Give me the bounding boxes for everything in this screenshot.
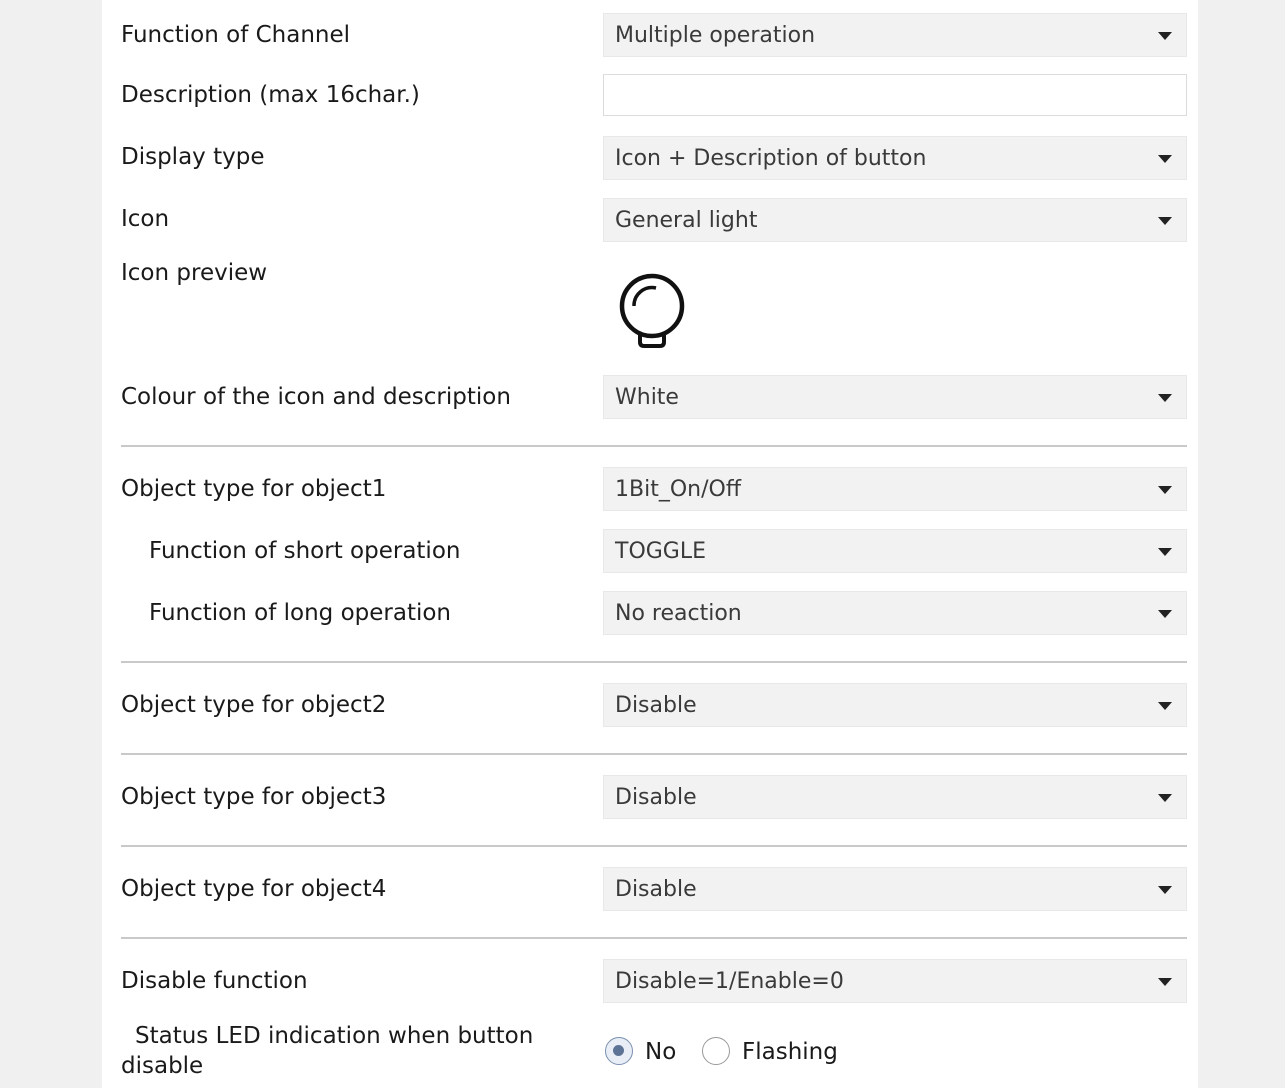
description-input[interactable] (603, 74, 1187, 116)
chevron-down-icon (1158, 794, 1172, 802)
function-of-channel-value: Multiple operation (615, 23, 816, 48)
chevron-down-icon (1158, 610, 1172, 618)
radio-selected-icon (605, 1037, 633, 1065)
section-divider (121, 937, 1187, 939)
icon-value: General light (615, 208, 758, 233)
chevron-down-icon (1158, 394, 1172, 402)
chevron-down-icon (1158, 702, 1172, 710)
display-type-label: Display type (121, 144, 265, 170)
object2-type-select[interactable]: Disable (603, 683, 1187, 727)
chevron-down-icon (1158, 32, 1172, 40)
radio-unselected-icon (702, 1037, 730, 1065)
status-led-option-flashing[interactable]: Flashing (700, 1032, 850, 1072)
object4-type-value: Disable (615, 877, 697, 902)
status-led-option-no-label: No (645, 1039, 677, 1065)
object3-type-select[interactable]: Disable (603, 775, 1187, 819)
long-operation-label: Function of long operation (149, 600, 451, 626)
long-operation-value: No reaction (615, 601, 742, 626)
object4-type-label: Object type for object4 (121, 876, 387, 902)
object3-type-label: Object type for object3 (121, 784, 387, 810)
chevron-down-icon (1158, 217, 1172, 225)
description-label: Description (max 16char.) (121, 82, 420, 108)
long-operation-select[interactable]: No reaction (603, 591, 1187, 635)
section-divider (121, 661, 1187, 663)
function-of-channel-label: Function of Channel (121, 22, 351, 48)
object2-type-label: Object type for object2 (121, 692, 387, 718)
chevron-down-icon (1158, 548, 1172, 556)
display-type-value: Icon + Description of button (615, 146, 927, 171)
colour-label: Colour of the icon and description (121, 384, 511, 410)
object2-type-value: Disable (615, 693, 697, 718)
disable-function-label: Disable function (121, 968, 308, 994)
icon-preview-label: Icon preview (121, 260, 268, 286)
status-led-label: Status LED indication when button disabl… (121, 1023, 534, 1079)
colour-value: White (615, 385, 679, 410)
light-bulb-icon (619, 273, 685, 348)
object1-type-label: Object type for object1 (121, 476, 387, 502)
chevron-down-icon (1158, 486, 1172, 494)
disable-function-value: Disable=1/Enable=0 (615, 969, 844, 994)
section-divider (121, 845, 1187, 847)
object1-type-select[interactable]: 1Bit_On/Off (603, 467, 1187, 511)
colour-select[interactable]: White (603, 375, 1187, 419)
chevron-down-icon (1158, 155, 1172, 163)
status-led-option-flashing-label: Flashing (742, 1039, 838, 1065)
icon-label: Icon (121, 206, 170, 232)
short-operation-value: TOGGLE (615, 539, 707, 564)
display-type-select[interactable]: Icon + Description of button (603, 136, 1187, 180)
short-operation-label: Function of short operation (149, 538, 461, 564)
object3-type-value: Disable (615, 785, 697, 810)
parameter-panel: Function of Channel Multiple operation D… (102, 0, 1198, 1088)
icon-select[interactable]: General light (603, 198, 1187, 242)
disable-function-select[interactable]: Disable=1/Enable=0 (603, 959, 1187, 1003)
chevron-down-icon (1158, 886, 1172, 894)
function-of-channel-select[interactable]: Multiple operation (603, 13, 1187, 57)
section-divider (121, 445, 1187, 447)
object4-type-select[interactable]: Disable (603, 867, 1187, 911)
short-operation-select[interactable]: TOGGLE (603, 529, 1187, 573)
status-led-option-no[interactable]: No (603, 1032, 693, 1072)
object1-type-value: 1Bit_On/Off (615, 477, 741, 502)
section-divider (121, 753, 1187, 755)
chevron-down-icon (1158, 978, 1172, 986)
